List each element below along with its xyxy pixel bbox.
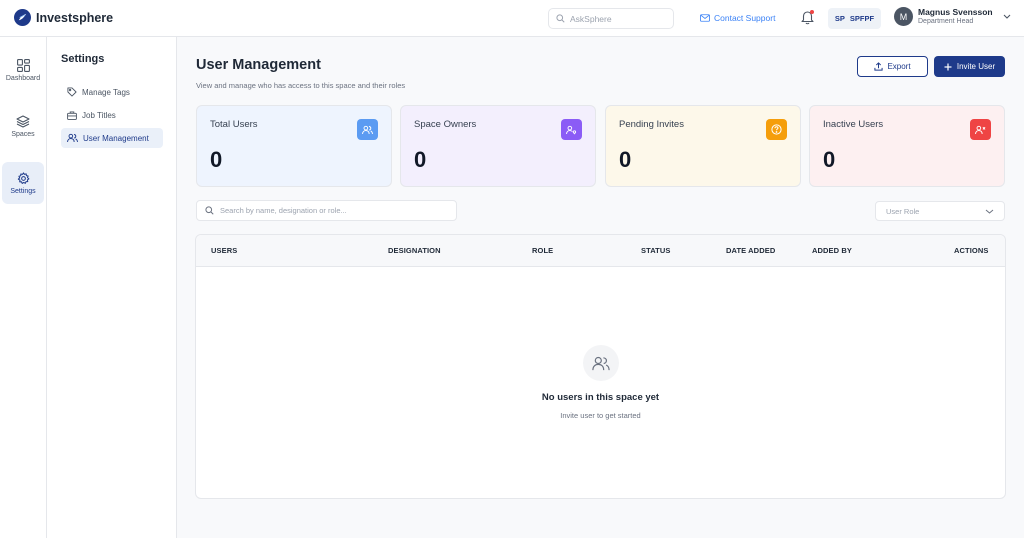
stat-card-pending-invites: Pending Invites 0 <box>605 105 801 187</box>
column-header-actions: ACTIONS <box>954 246 989 255</box>
rail-label-spaces: Spaces <box>11 130 35 138</box>
invite-user-button[interactable]: Invite User <box>934 56 1005 77</box>
mail-icon <box>700 14 710 22</box>
stat-label: Inactive Users <box>823 119 884 130</box>
space-switcher[interactable]: SP SPFPF <box>828 8 881 29</box>
plus-icon <box>944 63 952 70</box>
export-button[interactable]: Export <box>857 56 928 77</box>
clock-question-icon <box>766 119 787 140</box>
tag-icon <box>67 87 77 97</box>
stat-value: 0 <box>823 147 836 172</box>
sidebar-item-manage-tags[interactable]: Manage Tags <box>61 82 163 102</box>
export-label: Export <box>887 62 911 71</box>
asksphere-search[interactable] <box>548 8 674 29</box>
settings-sidebar: Settings Manage Tags Job Titles User Man… <box>47 37 177 538</box>
rail-item-dashboard[interactable]: Dashboard <box>2 49 44 91</box>
rail-item-spaces[interactable]: Spaces <box>2 105 44 147</box>
stat-label: Total Users <box>210 119 258 130</box>
stat-card-space-owners: Space Owners 0 <box>400 105 596 187</box>
avatar: M <box>894 7 913 26</box>
sidebar-item-user-management[interactable]: User Management <box>61 128 163 148</box>
users-icon <box>67 133 78 143</box>
users-icon <box>357 119 378 140</box>
chevron-down-icon <box>1003 14 1011 19</box>
user-search-input[interactable] <box>220 206 450 215</box>
page-title: User Management <box>196 57 321 73</box>
stat-value: 0 <box>210 147 223 172</box>
contact-support-label: Contact Support <box>714 13 776 23</box>
user-name: Magnus Svensson <box>918 7 993 17</box>
asksphere-input[interactable] <box>570 13 660 24</box>
notification-dot <box>810 10 814 14</box>
invite-user-label: Invite User <box>956 62 996 71</box>
sidebar-item-label: Manage Tags <box>82 87 130 97</box>
stat-card-total-users: Total Users 0 <box>196 105 392 187</box>
chevron-down-icon <box>985 209 994 214</box>
search-icon <box>205 206 214 215</box>
icon-rail: Dashboard Spaces Settings <box>0 37 47 538</box>
gear-icon <box>17 171 29 184</box>
empty-state-subtitle: Invite user to get started <box>560 411 641 420</box>
space-initials: SP <box>834 14 845 23</box>
column-header-users[interactable]: USERS <box>211 246 237 255</box>
user-menu[interactable]: M Magnus Svensson Department Head <box>894 7 1011 26</box>
layers-icon <box>16 114 30 128</box>
contact-support-link[interactable]: Contact Support <box>700 13 775 23</box>
column-header-role[interactable]: ROLE <box>532 246 553 255</box>
user-x-icon <box>970 119 991 140</box>
column-header-status[interactable]: STATUS <box>641 246 671 255</box>
notifications-button[interactable] <box>801 10 815 26</box>
rail-label-dashboard: Dashboard <box>5 74 41 82</box>
column-header-date-added[interactable]: DATE ADDED <box>726 246 775 255</box>
sidebar-item-label: Job Titles <box>82 110 116 120</box>
empty-state-title: No users in this space yet <box>541 392 660 403</box>
brand[interactable]: Investsphere <box>14 9 113 26</box>
column-header-designation[interactable]: DESIGNATION <box>388 246 441 255</box>
stat-label: Pending Invites <box>619 119 684 130</box>
user-role-filter-label: User Role <box>886 206 920 216</box>
search-icon <box>556 14 565 23</box>
upload-icon <box>874 62 884 71</box>
users-table: USERS DESIGNATION ROLE STATUS DATE ADDED… <box>195 234 1006 499</box>
sidebar-item-label: User Management <box>83 133 149 143</box>
space-name: SPFPF <box>849 14 875 23</box>
grid-icon <box>16 58 30 72</box>
rail-label-settings: Settings <box>10 187 36 195</box>
top-bar: Investsphere Contact Support SP SPFPF M … <box>0 0 1024 37</box>
stat-card-inactive-users: Inactive Users 0 <box>809 105 1005 187</box>
rail-item-settings[interactable]: Settings <box>2 162 44 204</box>
sidebar-item-job-titles[interactable]: Job Titles <box>61 105 163 125</box>
user-role: Department Head <box>918 18 974 25</box>
column-header-added-by[interactable]: ADDED BY <box>812 246 852 255</box>
stat-value: 0 <box>619 147 632 172</box>
sidebar-title: Settings <box>61 53 105 65</box>
user-search[interactable] <box>196 200 457 221</box>
stat-label: Space Owners <box>414 119 477 130</box>
users-icon <box>583 345 619 381</box>
page-subtitle: View and manage who has access to this s… <box>196 81 406 90</box>
brand-name: Investsphere <box>36 10 114 25</box>
briefcase-icon <box>67 110 77 120</box>
brand-logo-icon <box>14 9 31 26</box>
user-role-filter[interactable]: User Role <box>875 201 1005 221</box>
stat-value: 0 <box>414 147 427 172</box>
table-header: USERS DESIGNATION ROLE STATUS DATE ADDED… <box>196 235 1005 267</box>
user-key-icon <box>561 119 582 140</box>
